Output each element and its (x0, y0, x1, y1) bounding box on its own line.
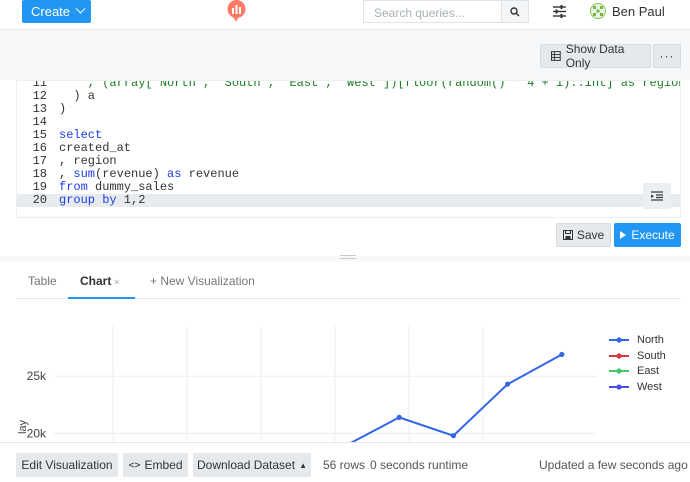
code-line[interactable]: 11 , (array['North', 'South', 'East', 'W… (17, 80, 681, 90)
code-token: from (59, 180, 88, 194)
legend-label: North (637, 334, 664, 346)
resize-handle[interactable] (340, 255, 356, 259)
play-icon (620, 231, 627, 239)
legend-symbol-icon (609, 337, 629, 343)
save-icon (562, 230, 573, 240)
download-label: Download Dataset (197, 458, 296, 472)
search-input[interactable]: Search queries... (363, 0, 502, 23)
legend-item[interactable]: South (609, 350, 666, 362)
legend-symbol-icon (609, 368, 629, 374)
code-token: (revenue) (95, 167, 168, 181)
code-editor[interactable]: 11 , (array['North', 'South', 'East', 'W… (16, 80, 681, 218)
embed-label: Embed (144, 458, 183, 472)
embed-button[interactable]: <> Embed (123, 453, 188, 477)
code-token: , (59, 167, 74, 181)
legend-label: South (637, 349, 666, 362)
execute-label: Execute (631, 228, 675, 242)
code-line[interactable]: 20 group by 1,2 (17, 194, 680, 207)
legend-item[interactable]: North (609, 334, 664, 346)
code-line[interactable]: 12 ) a (17, 90, 680, 103)
indent-icon (651, 191, 663, 201)
legend-label: East (637, 365, 660, 377)
code-token: , region (59, 154, 117, 168)
tab-new-visualization[interactable]: + New Visualization (150, 274, 255, 288)
visualization-panel: Table Chart × + New Visualization 25k 20k… (0, 261, 690, 442)
data-point (396, 414, 402, 420)
code-token: ) (59, 102, 67, 116)
create-label: Create (31, 4, 71, 19)
code-token: dummy_sales (87, 180, 175, 194)
code-token: , (array['North', 'South', 'East', 'West… (59, 80, 681, 90)
code-token: 1,2 (116, 193, 146, 207)
chevron-down-icon (75, 3, 86, 14)
line-chart: 25k 20klay (17, 326, 596, 442)
save-button[interactable]: Save (556, 223, 611, 247)
footer-bar: Edit Visualization <> Embed Download Dat… (0, 442, 690, 482)
visualization-tabs: Table Chart × + New Visualization (16, 261, 681, 299)
code-icon: <> (128, 459, 141, 471)
user-name[interactable]: Ben Paul (612, 4, 665, 19)
top-nav: Create Search queries... Ben Paul (0, 0, 690, 30)
search-button[interactable] (501, 0, 529, 23)
y-tick-label: 20k (27, 426, 47, 440)
table-icon (551, 51, 561, 61)
download-dataset-button[interactable]: Download Dataset ▲ (193, 453, 311, 477)
save-label: Save (576, 228, 605, 242)
caret-up-icon: ▲ (299, 460, 307, 470)
code-token: sum (73, 167, 96, 181)
row-count: 56 rows (323, 458, 366, 472)
legend-item[interactable]: East (609, 365, 659, 377)
code-token: select (59, 128, 103, 142)
data-point (559, 351, 565, 358)
legend-symbol-icon (609, 383, 629, 390)
redash-logo-icon[interactable] (226, 0, 247, 22)
tab-table[interactable]: Table (28, 274, 57, 288)
legend-label: West (637, 380, 662, 393)
show-data-label: Show Data Only (565, 42, 625, 70)
code-token: group by (59, 193, 117, 207)
y-tick-label: 25k (27, 369, 47, 383)
data-point (450, 433, 456, 439)
tab-chart[interactable]: Chart (80, 274, 111, 288)
create-button[interactable]: Create (22, 0, 91, 23)
avatar[interactable] (590, 3, 606, 19)
code-line[interactable]: 14 (17, 116, 680, 129)
edit-visualization-button[interactable]: Edit Visualization (16, 453, 118, 477)
code-token: as (167, 167, 182, 181)
y-axis-label: lay (17, 419, 29, 434)
legend-item[interactable]: West (609, 381, 662, 393)
data-point (505, 381, 511, 387)
legend-symbol-icon (609, 352, 629, 359)
more-options-button[interactable]: ··· (653, 44, 681, 68)
code-token: created_at (59, 141, 132, 155)
runtime-text: 0 seconds runtime (370, 458, 469, 472)
code-line[interactable]: 13) (17, 103, 680, 116)
settings-sliders-icon[interactable] (552, 4, 567, 19)
updated-text: Updated a few seconds ago (539, 458, 688, 472)
execute-button[interactable]: Execute (614, 223, 681, 247)
format-query-button[interactable] (643, 183, 671, 209)
line-number: 20 (32, 193, 47, 207)
query-editor-panel: 11 , (array['North', 'South', 'East', 'W… (0, 80, 690, 256)
show-data-only-button[interactable]: Show Data Only (540, 42, 651, 70)
close-tab-icon[interactable]: × (114, 277, 119, 287)
search-icon (510, 6, 520, 16)
code-token: revenue (181, 167, 240, 181)
series-line-north (350, 353, 563, 442)
code-token: ) a (59, 89, 96, 103)
